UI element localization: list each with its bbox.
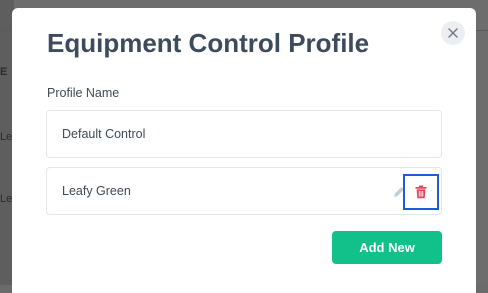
background-text-fragment: Le: [0, 131, 13, 143]
profile-row-default-control[interactable]: Default Control: [46, 110, 442, 158]
background-divider: [476, 30, 488, 31]
equipment-control-profile-modal: Equipment Control Profile Profile Name D…: [12, 8, 476, 293]
add-new-button[interactable]: Add New: [332, 231, 442, 264]
profile-name-text: Default Control: [62, 127, 146, 141]
modal-title: Equipment Control Profile: [47, 28, 370, 58]
profile-row-leafy-green[interactable]: Leafy Green: [46, 167, 442, 215]
profile-name-label: Profile Name: [47, 86, 120, 100]
background-text-fragment: E: [0, 66, 8, 78]
background-divider: [0, 30, 12, 31]
profile-name-text: Leafy Green: [62, 184, 131, 198]
delete-button[interactable]: [403, 174, 439, 210]
close-button[interactable]: [441, 21, 465, 45]
background-text-fragment: Le: [0, 193, 13, 205]
close-icon: [448, 28, 458, 38]
trash-icon: [415, 185, 427, 199]
